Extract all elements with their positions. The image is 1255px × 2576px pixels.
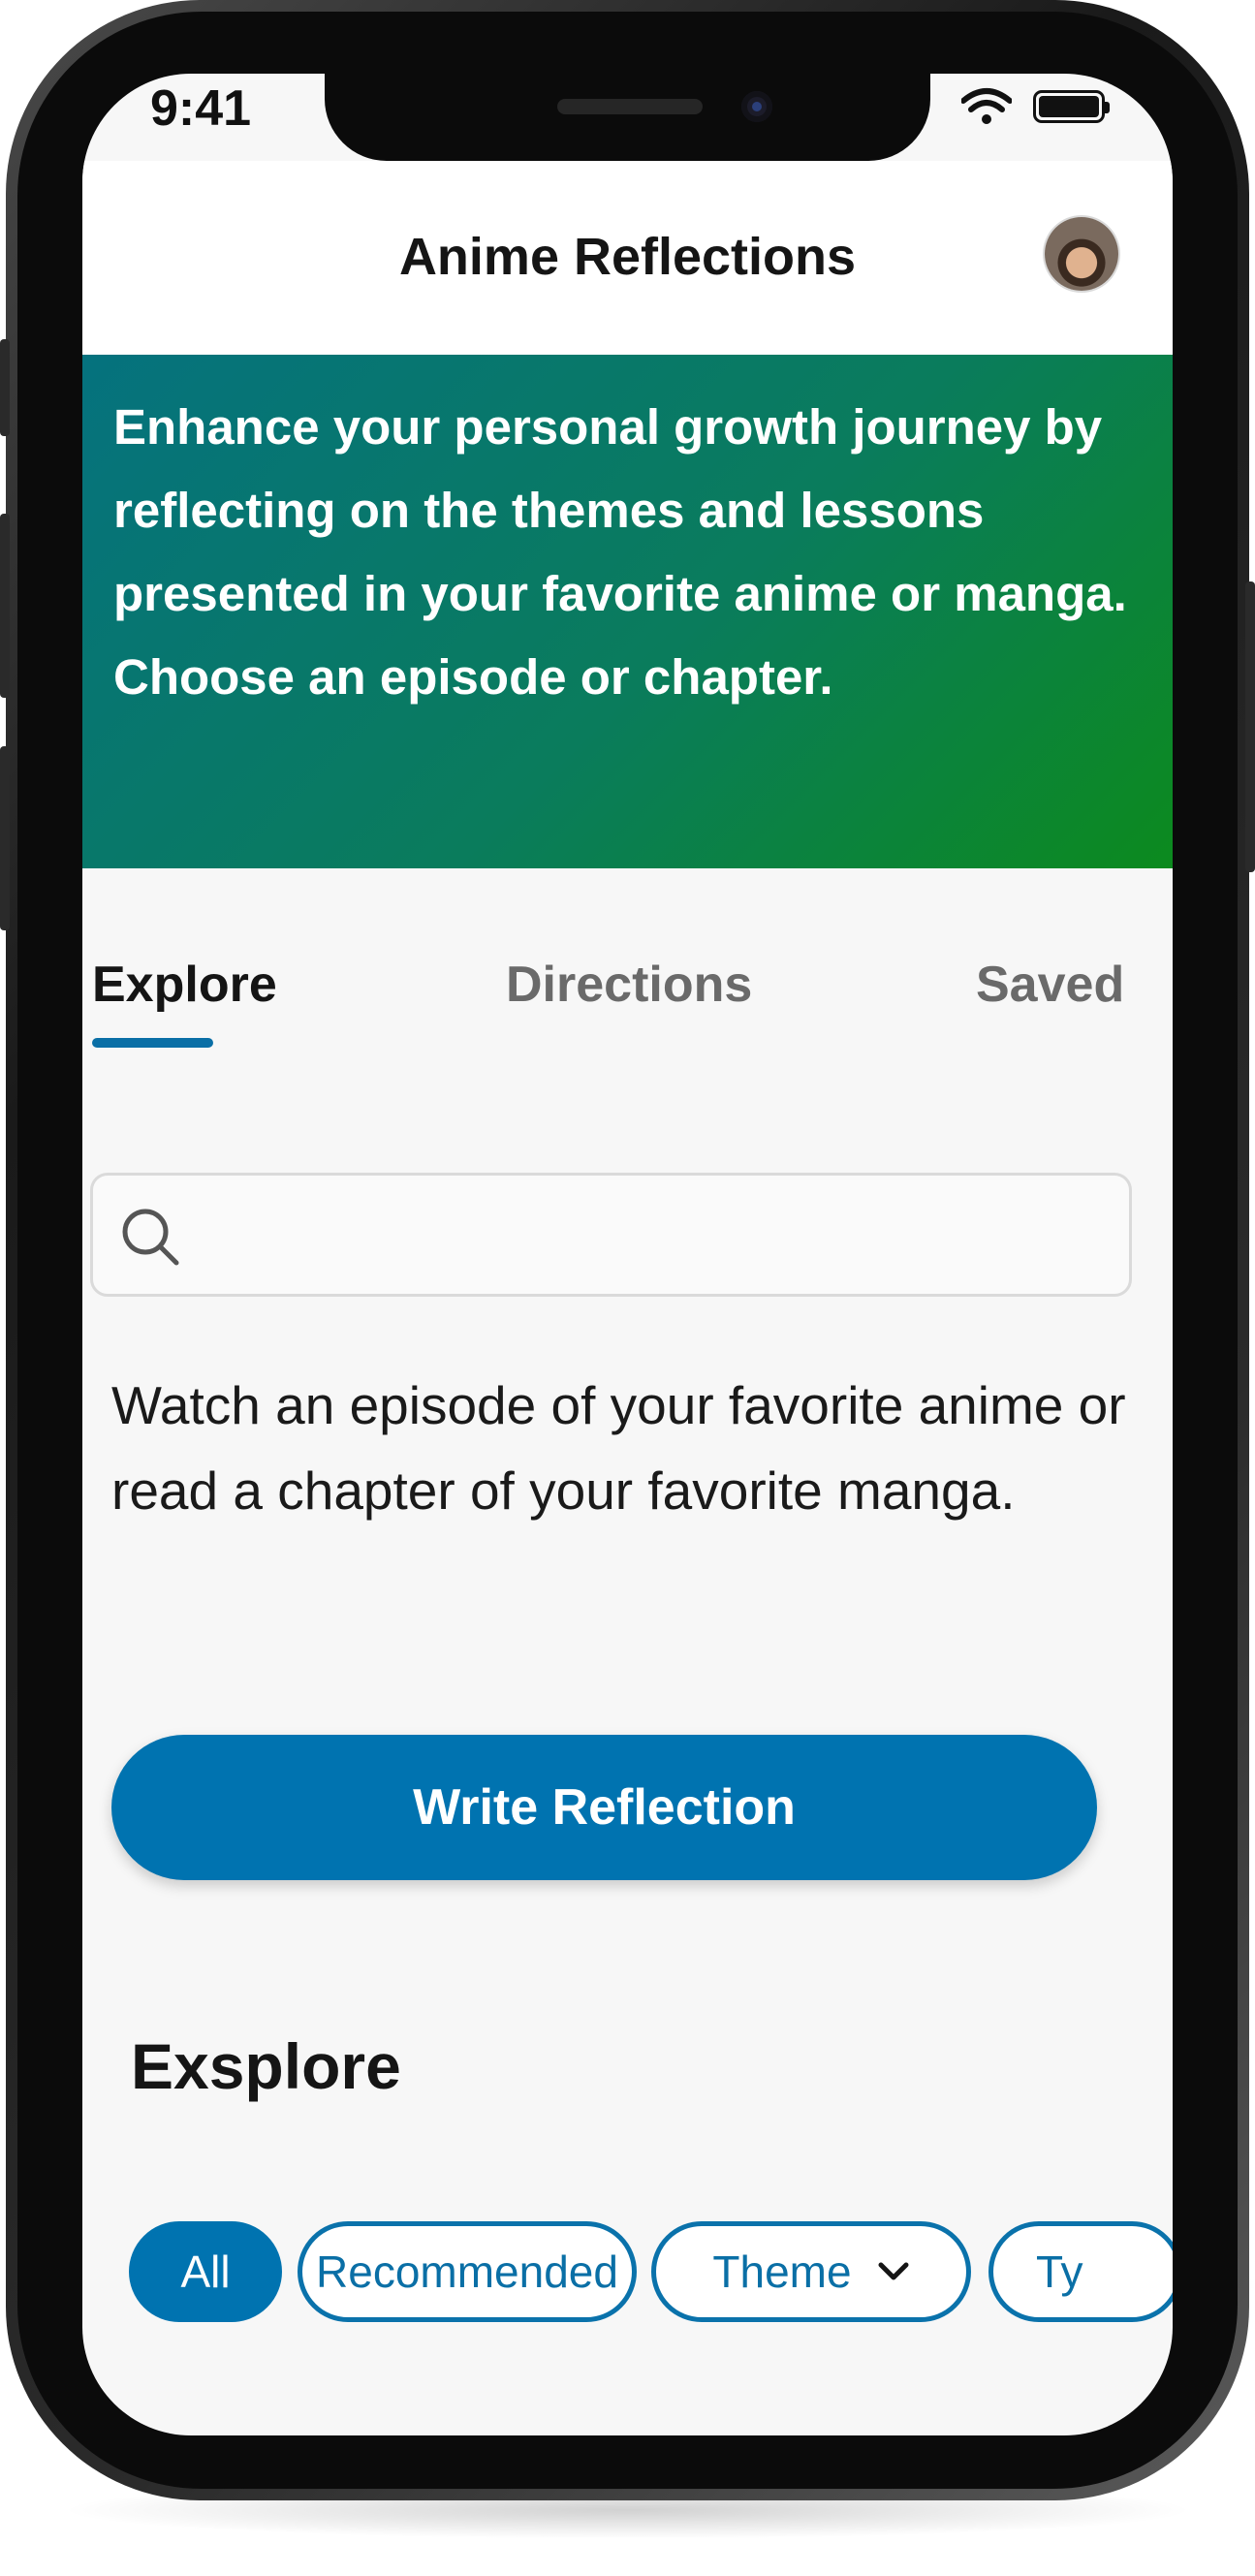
search-icon <box>122 1209 179 1266</box>
write-reflection-button[interactable]: Write Reflection <box>111 1735 1097 1880</box>
tab-directions[interactable]: Directions <box>506 956 752 1014</box>
status-time: 9:41 <box>150 80 252 137</box>
search-input[interactable] <box>90 1173 1132 1297</box>
instructions-text: Watch an episode of your favorite anime … <box>111 1375 1126 1521</box>
screen: 9:41 Anime Reflections Enhance your pers… <box>82 74 1173 2435</box>
chip-label: All <box>180 2246 231 2297</box>
battery-icon <box>1033 90 1110 123</box>
app-header: Anime Reflections <box>82 161 1173 355</box>
section-title: Exsplore <box>131 2030 401 2102</box>
page-title: Anime Reflections <box>398 228 857 286</box>
banner-text: Enhance your personal growth journey by … <box>113 399 1127 705</box>
avatar[interactable] <box>1045 217 1118 291</box>
filter-chip-type[interactable]: Ty <box>988 2221 1173 2322</box>
status-icons <box>961 87 1110 126</box>
tab-explore[interactable]: Explore <box>92 956 277 1014</box>
filter-chip-theme[interactable]: Theme <box>651 2221 971 2322</box>
speaker-grille <box>557 99 703 114</box>
chip-label: Theme <box>712 2246 852 2297</box>
filter-chip-recommended[interactable]: Recommended <box>298 2221 637 2322</box>
chip-label: Ty <box>1036 2246 1083 2297</box>
tab-bar: Explore Directions Saved <box>82 946 1173 1082</box>
intro-banner: Enhance your personal growth journey by … <box>82 355 1173 868</box>
volume-up-button <box>0 514 10 698</box>
power-button <box>1245 581 1255 872</box>
front-camera <box>741 91 772 122</box>
mute-switch <box>0 339 10 436</box>
tab-saved[interactable]: Saved <box>976 956 1124 1014</box>
notch <box>325 74 930 161</box>
active-tab-indicator <box>92 1038 213 1048</box>
chevron-down-icon <box>878 2262 909 2280</box>
volume-down-button <box>0 746 10 930</box>
filter-chip-all[interactable]: All <box>129 2221 282 2322</box>
chip-label: Recommended <box>316 2246 618 2297</box>
wifi-icon <box>961 88 1012 124</box>
